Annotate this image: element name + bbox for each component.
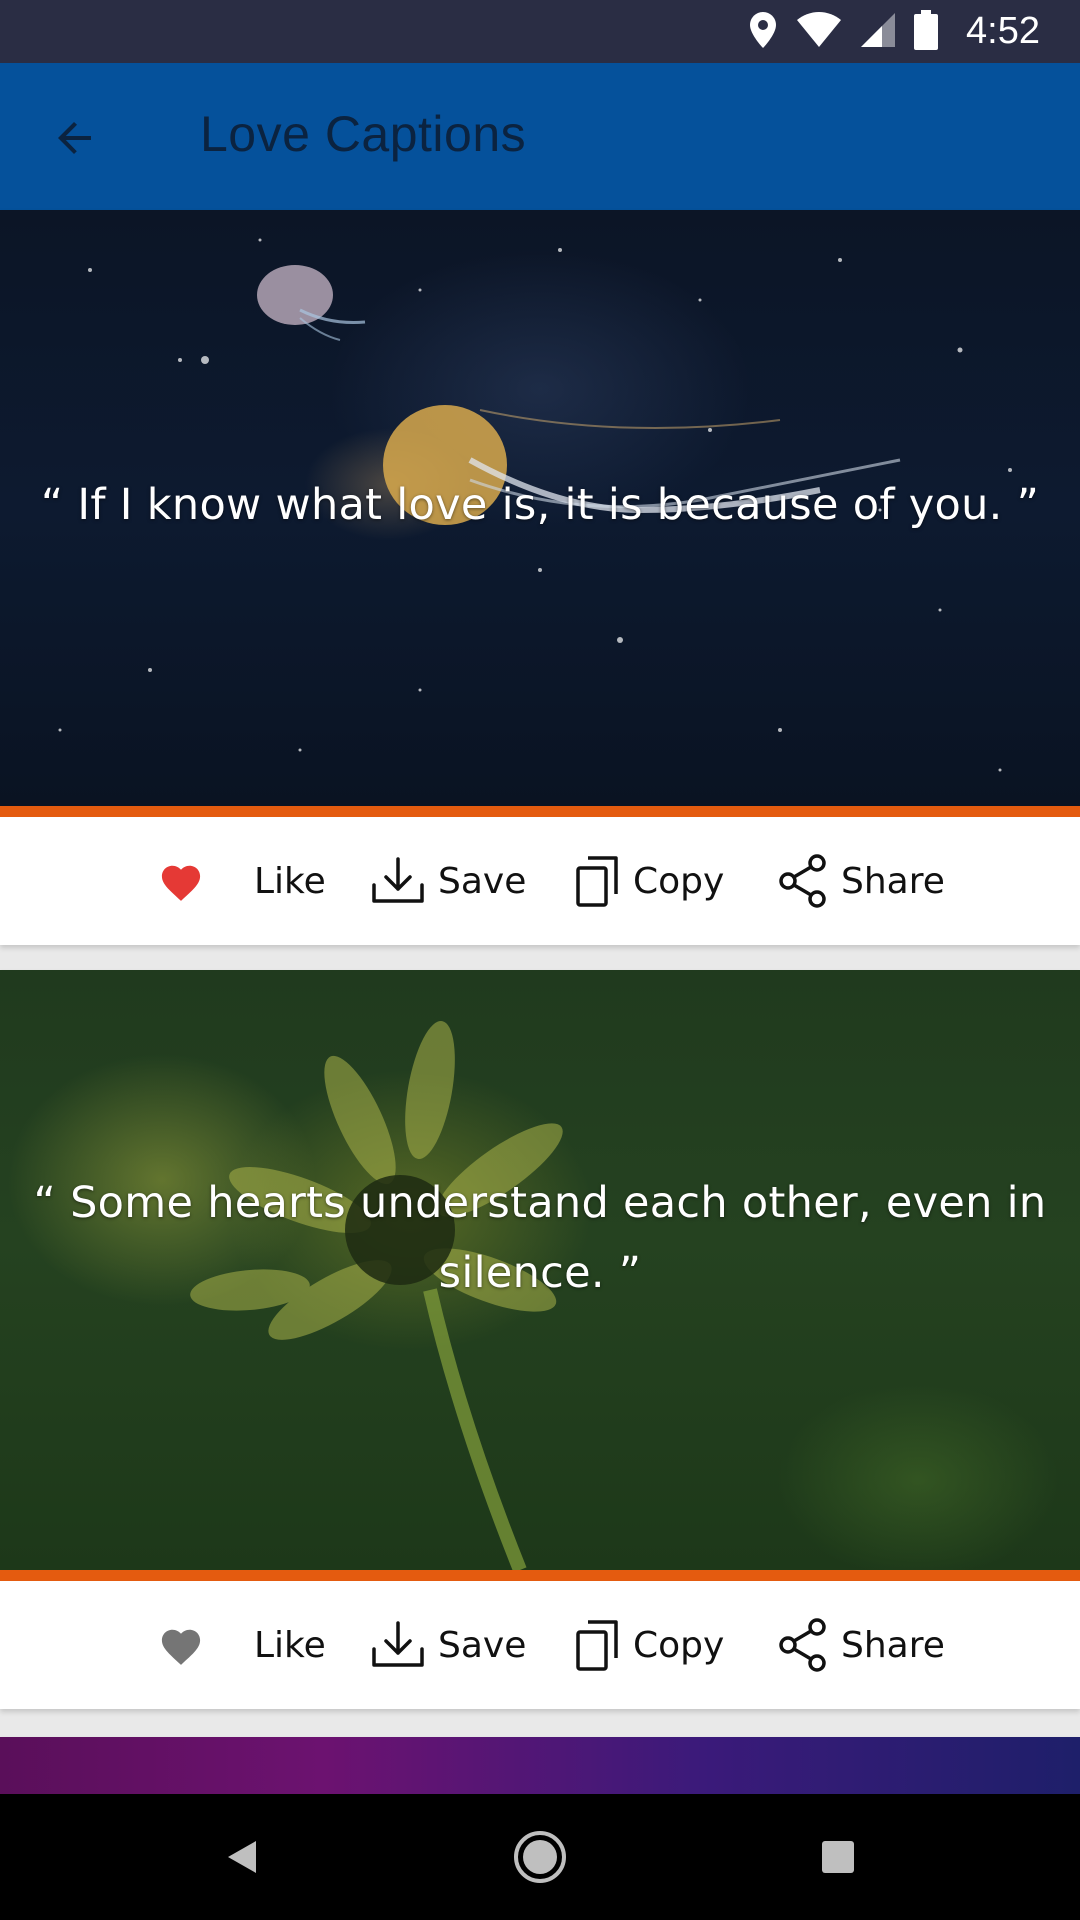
share-icon [779,1618,826,1672]
battery-icon [914,9,939,54]
caption-actions: Like Save Copy Share [0,817,1080,945]
like-label: Like [254,860,326,902]
save-label: Save [438,1624,527,1666]
like-label: Like [254,1624,326,1666]
share-label: Share [841,860,945,902]
copy-icon [576,1620,618,1671]
nav-back-button[interactable] [212,1827,272,1887]
nav-recents-button[interactable] [808,1827,868,1887]
home-circle-icon [514,1831,566,1883]
caption-image: “ Some hearts understand each other, eve… [0,970,1080,1581]
recents-square-icon [822,1841,854,1873]
back-triangle-icon [228,1841,256,1873]
heart-outline-icon [161,1629,201,1665]
copy-icon [576,856,618,907]
download-icon [372,1621,424,1667]
caption-card: “ If I know what love is, it is because … [0,210,1080,945]
like-button[interactable]: Like [158,1581,326,1709]
status-bar: 4:52 [0,0,1080,63]
save-button[interactable]: Save [370,817,526,945]
wifi-icon [796,11,842,52]
status-time: 4:52 [966,10,1040,52]
caption-text: “ If I know what love is, it is because … [40,480,1040,530]
copy-button[interactable]: Copy [575,1581,724,1709]
like-button[interactable]: Like [158,817,326,945]
copy-label: Copy [633,860,725,902]
caption-card [0,1737,1080,1797]
nav-home-button[interactable] [510,1827,570,1887]
status-icons: 4:52 [748,0,1040,63]
share-button[interactable]: Share [777,817,945,945]
download-icon [372,857,424,903]
navigation-bar [0,1794,1080,1920]
heart-filled-icon [161,865,201,901]
app-bar: Love Captions [0,63,1080,210]
location-icon [748,11,778,53]
caption-text: “ Some hearts understand each other, eve… [33,1178,1047,1298]
back-button[interactable] [40,103,110,173]
page-title: Love Captions [200,106,527,162]
arrow-back-icon [58,122,91,154]
caption-actions: Like Save Copy Share [0,1581,1080,1709]
copy-label: Copy [633,1624,725,1666]
caption-card: “ Some hearts understand each other, eve… [0,970,1080,1709]
save-label: Save [438,860,527,902]
caption-image [0,1737,1080,1797]
share-button[interactable]: Share [777,1581,945,1709]
share-label: Share [841,1624,945,1666]
share-icon [779,854,826,908]
signal-icon [860,12,896,52]
caption-image: “ If I know what love is, it is because … [0,210,1080,817]
save-button[interactable]: Save [370,1581,526,1709]
copy-button[interactable]: Copy [575,817,724,945]
screen: 4:52 Love Captions “ If I know what love… [0,0,1080,1920]
